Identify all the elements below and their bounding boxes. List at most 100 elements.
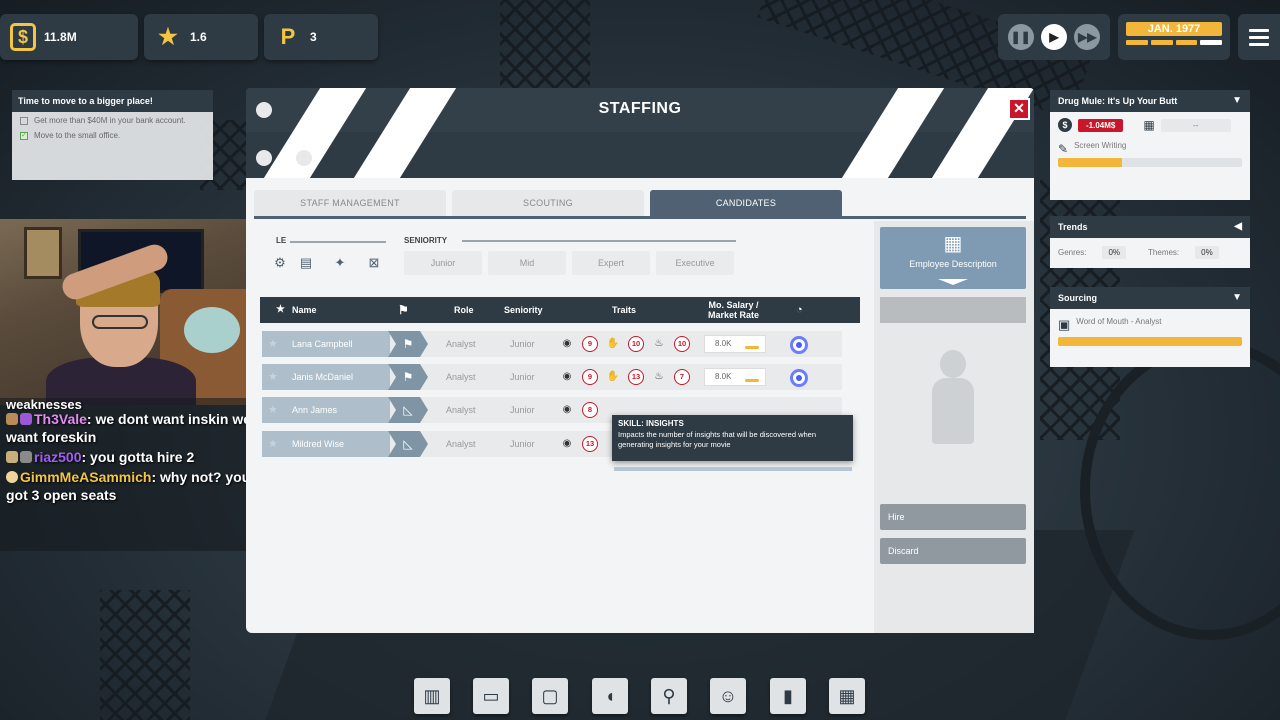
search-icon[interactable]: ⚲: [651, 678, 687, 714]
hire-button[interactable]: Hire: [880, 504, 1026, 530]
favorite-star-icon[interactable]: ★: [268, 431, 278, 457]
camera-icon[interactable]: ▤: [298, 255, 314, 271]
chevron-down-icon[interactable]: ▼: [1232, 90, 1242, 112]
megaphone-icon[interactable]: ✦: [332, 255, 348, 271]
menu-button[interactable]: [1238, 14, 1280, 60]
director-chair-icon[interactable]: ⊠: [366, 255, 382, 271]
filter-divider: [290, 241, 386, 243]
role-filter-icon[interactable]: ⚙: [272, 255, 288, 271]
trait-score[interactable]: 8: [582, 402, 598, 418]
employee-description-button[interactable]: ▦ Employee Description: [880, 227, 1026, 289]
money-icon: $: [10, 23, 36, 51]
streamer-glasses: [92, 315, 148, 329]
filter-divider: [462, 240, 736, 242]
project-body: $ -1.04M$ ▦ -- ✎ Screen Writing: [1050, 112, 1250, 200]
trait-score[interactable]: 7: [674, 369, 690, 385]
trait-score[interactable]: 10: [628, 336, 644, 352]
trends-panel: Trends ◀ Genres: 0% Themes: 0%: [1050, 216, 1250, 268]
badge-icon: [20, 413, 32, 425]
trends-header[interactable]: Trends ◀: [1050, 216, 1250, 238]
candidate-seniority: Junior: [510, 372, 535, 382]
seniority-executive[interactable]: Executive: [656, 251, 734, 275]
staff-icon[interactable]: ☺: [710, 678, 746, 714]
film-strip-icon[interactable]: ▥: [414, 678, 450, 714]
pillow: [184, 307, 240, 353]
seniority-expert[interactable]: Expert: [572, 251, 650, 275]
sourcing-body: ▣ Word of Mouth - Analyst: [1050, 309, 1250, 367]
role-flag-icon: ⚑: [398, 303, 409, 317]
salary-field: 8.0K: [704, 335, 766, 353]
stats-chart-icon[interactable]: ▮: [770, 678, 806, 714]
candidate-name: Mildred Wise: [262, 431, 390, 457]
seniority-mid[interactable]: Mid: [488, 251, 566, 275]
seniority-junior[interactable]: Junior: [404, 251, 482, 275]
chat-overlay: weaknesses Th3Vale: we dont want inskin …: [0, 398, 276, 551]
sourcing-header[interactable]: Sourcing ▼: [1050, 287, 1250, 309]
folder-icon[interactable]: ▭: [473, 678, 509, 714]
col-role[interactable]: Role: [454, 297, 474, 323]
col-seniority[interactable]: Seniority: [504, 297, 543, 323]
skill-tooltip: SKILL: INSIGHTS Impacts the number of in…: [612, 415, 853, 461]
parking-display: P 3: [264, 14, 378, 60]
discard-button[interactable]: Discard: [880, 538, 1026, 564]
table-row[interactable]: Lana Campbell ★ ⚑ Analyst Junior ◉ 9 ✋ 1…: [262, 331, 842, 357]
wall-picture: [24, 227, 62, 279]
favorite-star-icon[interactable]: ★: [268, 364, 278, 390]
trait-score[interactable]: 13: [628, 369, 644, 385]
trait-score[interactable]: 9: [582, 369, 598, 385]
clipboard-icon: ▦: [943, 233, 963, 255]
status-toggle[interactable]: [790, 336, 808, 354]
candidate-seniority: Junior: [510, 439, 535, 449]
flag-icon: ⚑: [388, 364, 428, 390]
task-label: Screen Writing: [1074, 140, 1127, 150]
role-filter-label: LE: [276, 236, 287, 245]
budget-badge: -1.04M$: [1078, 118, 1124, 132]
speed-controls: ❚❚ ▶ ▶▶: [998, 14, 1110, 60]
ruler-icon: ◺: [388, 431, 428, 457]
building-icon[interactable]: ▦: [829, 678, 865, 714]
candidate-seniority: Junior: [510, 339, 535, 349]
themes-label: Themes:: [1148, 248, 1180, 257]
task-progress: [1058, 158, 1242, 167]
chat-fragment: weaknesses: [6, 398, 82, 410]
pause-button[interactable]: ❚❚: [1007, 24, 1034, 50]
project-header[interactable]: Drug Mule: It's Up Your Butt ▼: [1050, 90, 1250, 112]
goal-title: Time to move to a bigger place!: [12, 90, 213, 112]
genres-value: 0%: [1102, 246, 1127, 259]
favorite-star-icon[interactable]: ★: [268, 397, 278, 423]
date-display: JAN. 1977: [1118, 14, 1230, 60]
lightbulb-icon[interactable]: ◖: [592, 678, 628, 714]
task-progress-fill: [1058, 158, 1123, 167]
tab-candidates[interactable]: CANDIDATES: [650, 190, 842, 216]
candidate-name: Lana Campbell: [262, 331, 390, 357]
tooltip-text: Impacts the number of insights that will…: [618, 430, 817, 449]
fast-forward-button[interactable]: ▶▶: [1074, 24, 1101, 50]
col-salary[interactable]: Mo. Salary / Market Rate: [708, 300, 759, 320]
tv-icon[interactable]: ▢: [532, 678, 568, 714]
status-toggle[interactable]: [790, 369, 808, 387]
chevron-down-icon[interactable]: ▼: [1232, 287, 1242, 309]
salary-field: 8.0K: [704, 368, 766, 386]
table-row[interactable]: Janis McDaniel ★ ⚑ Analyst Junior ◉ 9 ✋ …: [262, 364, 842, 390]
flag-icon: ⚑: [388, 331, 428, 357]
insights-bulb-icon: ◉: [562, 338, 572, 349]
col-traits[interactable]: Traits: [612, 297, 636, 323]
col-name[interactable]: Name: [292, 297, 317, 323]
stars-value: 1.6: [190, 30, 207, 44]
close-button[interactable]: ✕: [1008, 98, 1030, 120]
tab-staff-management[interactable]: STAFF MANAGEMENT: [254, 190, 446, 216]
chat-message: Th3Vale: we dont want inskin we want for…: [6, 411, 252, 445]
trait-score[interactable]: 9: [582, 336, 598, 352]
insights-bulb-icon: ◉: [562, 404, 572, 415]
project-panel: Drug Mule: It's Up Your Butt ▼ $ -1.04M$…: [1050, 90, 1250, 200]
trait-score[interactable]: 10: [674, 336, 690, 352]
tab-scouting[interactable]: SCOUTING: [452, 190, 644, 216]
money-value: 11.8M: [44, 30, 77, 44]
pencil-icon: ✎: [1058, 142, 1069, 156]
play-button[interactable]: ▶: [1040, 24, 1067, 50]
chevron-left-icon[interactable]: ◀: [1234, 216, 1242, 238]
trait-score[interactable]: 13: [582, 436, 598, 452]
seniority-label: SENIORITY: [404, 236, 448, 245]
favorite-star-icon[interactable]: ★: [268, 331, 278, 357]
money-display: $ 11.8M: [0, 14, 138, 60]
